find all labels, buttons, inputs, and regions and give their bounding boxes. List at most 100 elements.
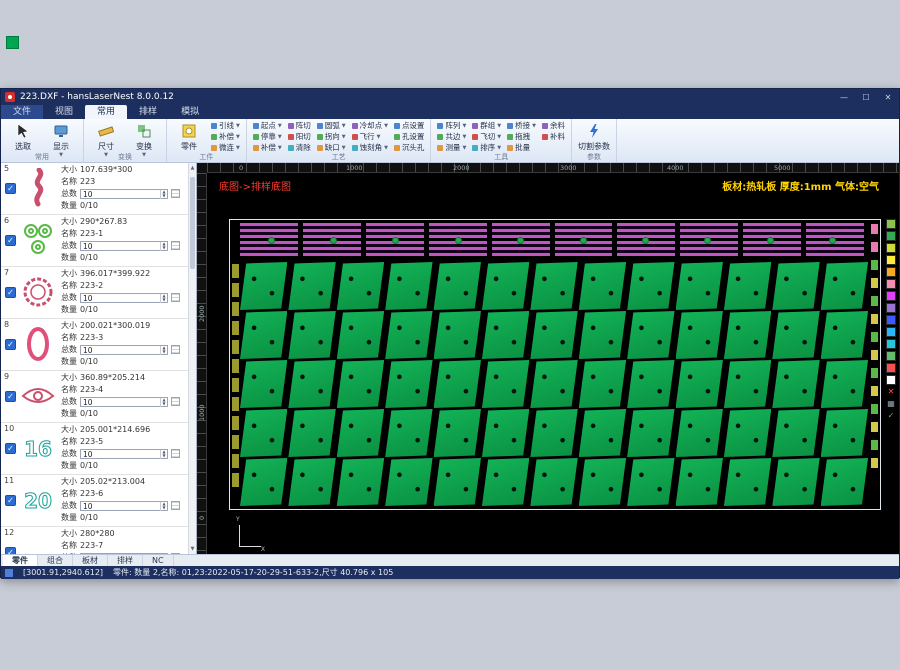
nested-gear-part[interactable] xyxy=(454,237,462,244)
ribbon-small-桥接[interactable]: 桥接 ▼ xyxy=(505,120,538,131)
bottom-tab-3[interactable]: 排样 xyxy=(108,555,143,566)
nested-small-part[interactable] xyxy=(871,278,878,288)
ribbon-small-圆弧[interactable]: 圆弧 ▼ xyxy=(315,120,348,131)
nested-part[interactable] xyxy=(723,262,772,310)
ribbon-small-补偿[interactable]: 补偿 ▼ xyxy=(209,131,242,142)
nested-bar-part[interactable] xyxy=(806,223,865,238)
part-total-input[interactable]: 10▲▼ xyxy=(80,292,168,303)
nested-part[interactable] xyxy=(385,409,433,457)
nested-part[interactable] xyxy=(481,360,530,408)
color-swatch[interactable] xyxy=(886,363,896,373)
nested-part[interactable] xyxy=(240,262,288,310)
counter-option-icon[interactable] xyxy=(171,501,180,510)
spinner-icon[interactable]: ▲▼ xyxy=(160,501,167,511)
nested-bar-part[interactable] xyxy=(554,223,613,238)
color-swatch[interactable] xyxy=(886,315,896,325)
nested-part[interactable] xyxy=(530,262,578,310)
nested-part[interactable] xyxy=(288,360,336,408)
color-swatch[interactable] xyxy=(886,375,896,385)
nested-part[interactable] xyxy=(336,262,385,310)
nested-gear-part[interactable] xyxy=(517,237,525,244)
nested-small-part[interactable] xyxy=(232,378,239,392)
scrollbar-thumb[interactable] xyxy=(190,177,195,269)
color-swatch[interactable] xyxy=(886,339,896,349)
nested-part[interactable] xyxy=(772,409,820,457)
counter-option-icon[interactable] xyxy=(171,241,180,250)
apply-color-icon[interactable]: ✓ xyxy=(886,411,896,421)
color-swatch[interactable] xyxy=(886,267,896,277)
ribbon-button-零件[interactable]: 零件 xyxy=(171,120,207,153)
ribbon-small-阵列[interactable]: 阵列 ▼ xyxy=(435,120,468,131)
nested-bar-part[interactable] xyxy=(240,223,298,238)
ribbon-button-选取[interactable]: 选取 xyxy=(5,120,41,153)
nested-part[interactable] xyxy=(288,311,336,359)
nested-small-part[interactable] xyxy=(232,397,239,411)
nested-part[interactable] xyxy=(530,409,578,457)
nested-part[interactable] xyxy=(385,262,433,310)
nested-small-part[interactable] xyxy=(871,386,878,396)
ribbon-small-引线[interactable]: 引线 ▼ xyxy=(209,120,242,131)
ribbon-small-点设置[interactable]: 点设置 xyxy=(392,120,427,131)
nested-part[interactable] xyxy=(336,360,385,408)
color-swatch[interactable] xyxy=(886,219,896,229)
part-checkbox[interactable]: ✓ xyxy=(5,391,16,402)
ribbon-small-余料[interactable]: 余料 xyxy=(540,120,567,131)
nested-small-part[interactable] xyxy=(232,340,239,354)
nested-part[interactable] xyxy=(481,458,530,506)
ribbon-small-补料[interactable]: 补料 xyxy=(540,131,567,142)
nested-part[interactable] xyxy=(240,458,288,506)
nested-part[interactable] xyxy=(433,360,481,408)
nested-part[interactable] xyxy=(240,409,288,457)
spinner-icon[interactable]: ▲▼ xyxy=(160,241,167,251)
spinner-icon[interactable]: ▲▼ xyxy=(160,189,167,199)
nested-part[interactable] xyxy=(385,458,433,506)
spinner-icon[interactable]: ▲▼ xyxy=(160,449,167,459)
nested-gear-part[interactable] xyxy=(579,237,587,244)
close-button[interactable]: ✕ xyxy=(877,93,899,102)
bottom-tab-2[interactable]: 板材 xyxy=(73,555,108,566)
nesting-canvas[interactable]: 0 1000 2000 3000 4000 5000 2000 1000 0 底图->排样底图… xyxy=(197,163,899,554)
nested-small-part[interactable] xyxy=(871,368,878,378)
nested-small-part[interactable] xyxy=(871,332,878,342)
part-total-input[interactable]: 10▲▼ xyxy=(80,344,168,355)
color-swatch[interactable] xyxy=(886,291,896,301)
color-swatch[interactable] xyxy=(886,327,896,337)
nested-part[interactable] xyxy=(385,360,433,408)
nested-part[interactable] xyxy=(385,311,433,359)
nested-part[interactable] xyxy=(627,311,675,359)
grid-icon[interactable]: ▦ xyxy=(886,399,896,409)
part-total-input[interactable]: 10▲▼ xyxy=(80,396,168,407)
nested-part[interactable] xyxy=(288,458,336,506)
spinner-icon[interactable]: ▲▼ xyxy=(160,293,167,303)
ribbon-small-飞切[interactable]: 飞切 ▼ xyxy=(470,131,503,142)
nested-part[interactable] xyxy=(530,360,578,408)
nested-part[interactable] xyxy=(723,311,772,359)
part-list-item[interactable]: 6 ✓ 大小 290*267.83 名称 223-1 总数 10 ▲ ▼ 数量 0/10 xyxy=(1,215,188,267)
nested-part[interactable] xyxy=(240,311,288,359)
nested-part[interactable] xyxy=(820,311,869,359)
part-checkbox[interactable]: ✓ xyxy=(5,547,16,554)
nested-part[interactable] xyxy=(288,409,336,457)
ribbon-small-起点[interactable]: 起点 ▼ xyxy=(251,120,284,131)
part-checkbox[interactable]: ✓ xyxy=(5,183,16,194)
nested-part[interactable] xyxy=(627,262,675,310)
nested-part[interactable] xyxy=(578,458,627,506)
nested-gear-part[interactable] xyxy=(829,237,837,244)
counter-option-icon[interactable] xyxy=(171,449,180,458)
nested-part[interactable] xyxy=(578,311,627,359)
part-list-item[interactable]: 12✓大小280*280名称223-7总数10▲▼数量0/10 xyxy=(1,527,188,554)
counter-option-icon[interactable] xyxy=(171,345,180,354)
nested-small-part[interactable] xyxy=(232,302,239,316)
part-total-input[interactable]: 10▲▼ xyxy=(80,500,168,511)
menu-tab-3[interactable]: 排样 xyxy=(127,105,169,119)
nested-part[interactable] xyxy=(627,409,675,457)
color-swatch[interactable] xyxy=(886,351,896,361)
counter-option-icon[interactable] xyxy=(171,189,180,198)
nested-gear-part[interactable] xyxy=(330,237,338,244)
ribbon-button-切割参数[interactable]: 切割参数 xyxy=(576,120,612,153)
nested-bar-part[interactable] xyxy=(680,223,739,238)
nested-small-part[interactable] xyxy=(871,242,878,252)
nested-small-part[interactable] xyxy=(232,416,239,430)
ribbon-small-共边[interactable]: 共边 ▼ xyxy=(435,131,468,142)
maximize-button[interactable]: ☐ xyxy=(855,93,877,102)
